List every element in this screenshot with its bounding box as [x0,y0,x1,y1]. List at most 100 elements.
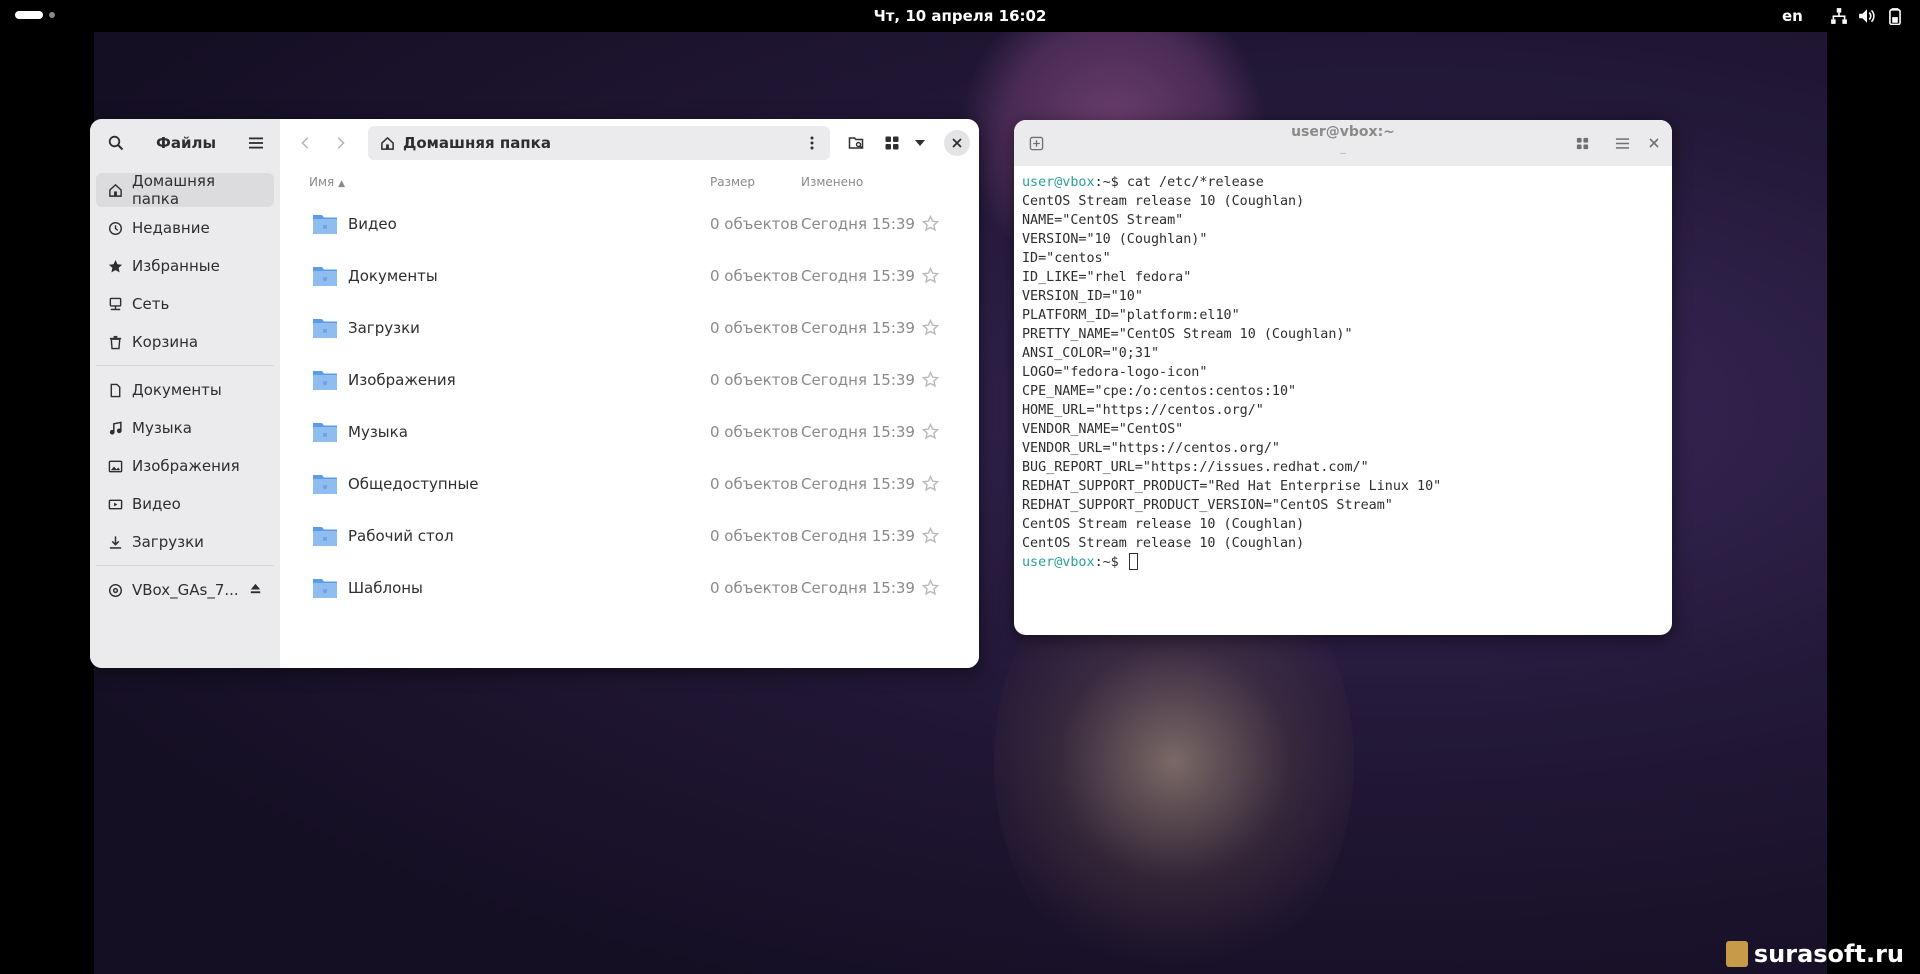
search-folder-button[interactable] [844,131,868,155]
terminal-output[interactable]: user@vbox:~$ cat /etc/*release CentOS Str… [1014,166,1672,579]
star-icon[interactable] [922,319,939,336]
table-row[interactable]: Изображения 0 объектов Сегодня 15:39 [280,355,979,407]
terminal-command: cat /etc/*release [1126,175,1264,190]
table-row[interactable]: Общедоступные 0 объектов Сегодня 15:39 [280,459,979,511]
eject-button[interactable] [248,581,263,600]
hamburger-menu-icon [1615,137,1629,149]
forward-button[interactable] [326,129,354,157]
star-icon[interactable] [922,267,939,284]
toolbar-actions [844,130,970,156]
file-name: Документы [348,267,438,285]
chevron-right-icon [337,137,345,149]
home-icon [109,183,122,197]
terminal-cursor [1128,553,1138,570]
sidebar-divider [96,365,274,366]
sort-ascending-icon: ▲ [338,179,345,189]
column-header-name[interactable]: Имя ▲ [309,175,345,189]
sidebar-item-trash[interactable]: Корзина [96,325,274,359]
view-grid-button[interactable] [880,131,904,155]
file-size: 0 объектов [710,371,799,389]
sidebar-item-videos[interactable]: Видео [96,487,274,521]
image-icon [108,460,123,472]
sidebar-item-network[interactable]: Сеть [96,287,274,321]
table-row[interactable]: Рабочий стол 0 объектов Сегодня 15:39 [280,511,979,563]
sidebar-item-label: Видео [132,495,181,513]
sidebar-item-music[interactable]: Музыка [96,411,274,445]
workspace-indicator [49,12,55,18]
files-window: Файлы Домашняя папка Недавние Избранные … [90,119,979,668]
file-size: 0 объектов [710,215,799,233]
activities-button[interactable] [15,11,55,19]
clock: Чт, 10 апреля 16:02 [0,7,1920,25]
pictures-folder-icon [313,371,337,390]
terminal-output-line: ID="centos" [1022,251,1111,266]
grid-view-icon [1576,137,1588,149]
star-icon[interactable] [922,423,939,440]
clock-label[interactable]: Чт, 10 апреля 16:02 [874,7,1047,25]
terminal-output-line: REDHAT_SUPPORT_PRODUCT="Red Hat Enterpri… [1022,479,1442,494]
prompt-user: user@vbox [1022,175,1095,190]
sidebar-item-label: Корзина [132,333,199,351]
table-row[interactable]: Загрузки 0 объектов Сегодня 15:39 [280,303,979,355]
file-size: 0 объектов [710,579,799,597]
sidebar-item-device[interactable]: VBox_GAs_7... [96,573,274,607]
new-tab-button[interactable] [1024,131,1048,155]
terminal-output-line: PRETTY_NAME="CentOS Stream 10 (Coughlan)… [1022,327,1353,342]
close-button[interactable] [944,130,970,156]
sidebar-item-label: Сеть [132,295,170,313]
star-icon[interactable] [922,579,939,596]
sidebar-item-label: Музыка [132,419,192,437]
terminal-close-button[interactable] [1642,131,1666,155]
keyboard-layout-indicator[interactable]: en [1782,7,1803,25]
terminal-output-line: VENDOR_NAME="CentOS" [1022,422,1184,437]
file-name: Изображения [348,371,456,389]
file-size: 0 объектов [710,475,799,493]
terminal-output-line: ANSI_COLOR="0;31" [1022,346,1160,361]
file-name: Музыка [348,423,408,441]
column-header-modified[interactable]: Изменено [801,175,863,189]
terminal-output-line: CentOS Stream release 10 (Coughlan) [1022,536,1305,551]
location-pathbar[interactable]: Домашняя папка [368,126,830,160]
sidebar-item-pictures[interactable]: Изображения [96,449,274,483]
table-row[interactable]: Шаблоны 0 объектов Сегодня 15:39 [280,563,979,615]
sidebar-item-documents[interactable]: Документы [96,373,274,407]
star-icon[interactable] [922,371,939,388]
file-name: Загрузки [348,319,420,337]
downloads-folder-icon [313,319,337,338]
main-menu-button[interactable] [244,131,268,155]
table-row[interactable]: Музыка 0 объектов Сегодня 15:39 [280,407,979,459]
search-button[interactable] [104,131,128,155]
sidebar-item-label: Недавние [132,219,210,237]
trash-icon [109,335,122,349]
battery-icon [1889,8,1901,25]
volume-icon [1859,9,1875,23]
star-icon[interactable] [922,475,939,492]
sidebar-item-home[interactable]: Домашняя папка [96,172,274,208]
chevron-down-icon [915,140,925,146]
location-menu-button[interactable] [800,131,824,155]
sidebar-item-downloads[interactable]: Загрузки [96,525,274,559]
system-tray[interactable] [1830,7,1904,25]
back-button[interactable] [292,129,320,157]
workspace-active-indicator [15,11,43,19]
star-icon[interactable] [922,215,939,232]
column-header-name-label: Имя [309,175,335,189]
prompt-user: user@vbox [1022,555,1095,570]
clock-icon [108,221,123,235]
sidebar-item-recent[interactable]: Недавние [96,211,274,245]
column-header-size[interactable]: Размер [710,175,755,189]
home-icon [381,136,394,150]
file-modified: Сегодня 15:39 [801,267,915,285]
sidebar-item-label: Избранные [132,257,220,275]
star-icon[interactable] [922,527,939,544]
table-row[interactable]: Документы 0 объектов Сегодня 15:39 [280,251,979,303]
sidebar-item-starred[interactable]: Избранные [96,249,274,283]
tab-overview-button[interactable] [1570,131,1594,155]
video-folder-icon [313,215,337,234]
column-headers: Имя ▲ Размер Изменено [280,167,979,199]
search-icon [108,135,124,151]
table-row[interactable]: Видео 0 объектов Сегодня 15:39 [280,199,979,251]
terminal-menu-button[interactable] [1610,131,1634,155]
video-icon [108,499,123,509]
view-options-button[interactable] [908,131,932,155]
